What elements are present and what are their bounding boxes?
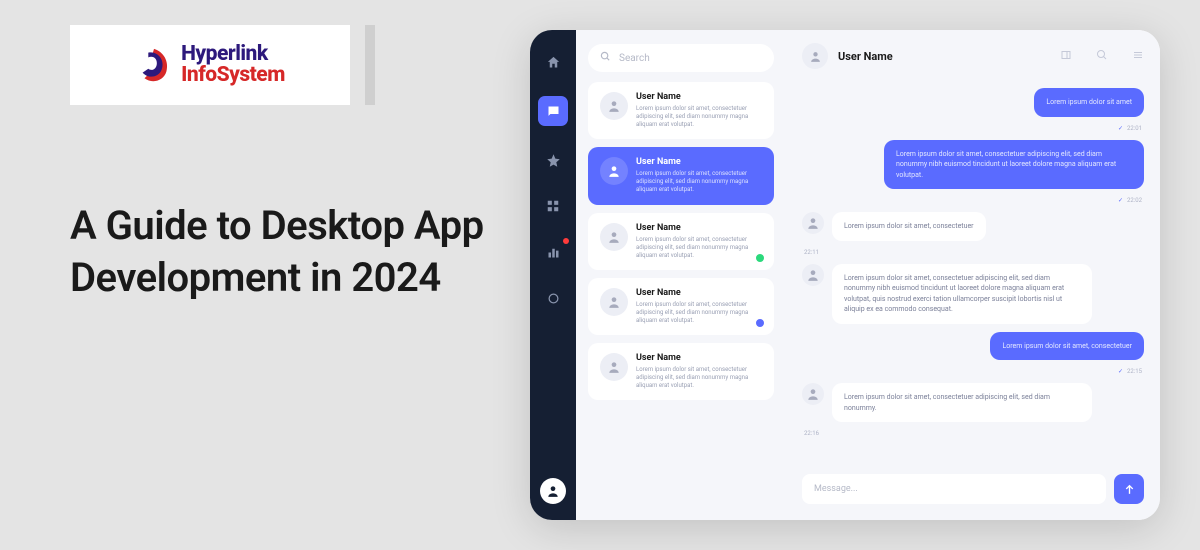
stats-icon[interactable] [541,240,565,264]
message-time: ✓22:02 [802,197,1144,204]
contact-name: User Name [636,92,762,102]
chat-app-window: Search User Name Lorem ipsum dolor sit am… [530,30,1160,520]
apps-icon[interactable] [541,194,565,218]
search-placeholder: Search [619,53,650,64]
message-row: Lorem ipsum dolor sit amet, consectetuer… [802,383,1144,422]
status-badge [756,319,764,327]
person-icon [600,288,628,316]
person-icon [802,383,824,405]
message-bubble: Lorem ipsum dolor sit amet [1034,88,1144,117]
header-avatar[interactable] [802,43,828,69]
contact-preview: Lorem ipsum dolor sit amet, consectetuer… [636,170,762,194]
person-icon [600,157,628,185]
star-icon[interactable] [541,148,565,172]
message-time: 22:16 [802,430,1144,437]
message-input[interactable]: Message... [802,474,1106,504]
brand-name-line2: InfoSystem [181,65,285,86]
message-bubble: Lorem ipsum dolor sit amet, consectetuer… [832,383,1092,422]
messages-list: Lorem ipsum dolor sit amet ✓22:01 Lorem ip… [786,82,1160,462]
message-time: ✓22:01 [802,125,1144,132]
person-icon [600,223,628,251]
window-icon[interactable] [1060,49,1072,64]
contact-preview: Lorem ipsum dolor sit amet, consectetuer… [636,105,762,129]
chat-header: User Name [786,30,1160,82]
read-tick-icon: ✓ [1118,368,1123,375]
person-icon [600,353,628,381]
nav-rail [530,30,576,520]
composer-placeholder: Message... [814,484,858,494]
contact-name: User Name [636,223,762,233]
message-row: Lorem ipsum dolor sit amet, consectetuer… [802,264,1144,324]
message-bubble: Lorem ipsum dolor sit amet, consectetuer [990,332,1144,361]
header-search-icon[interactable] [1096,49,1108,64]
contact-card[interactable]: User Name Lorem ipsum dolor sit amet, con… [588,343,774,400]
notification-dot [563,238,569,244]
message-bubble: Lorem ipsum dolor sit amet, consectetuer… [832,264,1092,324]
message-bubble: Lorem ipsum dolor sit amet, consectetuer [832,212,986,241]
contact-name: User Name [636,353,762,363]
brand-logo-card: Hyperlink InfoSystem [70,25,350,105]
conversation-column: User Name Lorem ipsum dolor sit amet✓22:… [786,30,1160,520]
header-username: User Name [838,50,893,63]
contact-name: User Name [636,157,762,167]
contacts-list: User Name Lorem ipsum dolor sit amet, con… [588,82,774,400]
person-icon [600,92,628,120]
profile-avatar[interactable] [540,478,566,504]
contact-preview: Lorem ipsum dolor sit amet, consectetuer… [636,301,762,325]
message-row: Lorem ipsum dolor sit amet, consectetuer [802,332,1144,361]
contact-preview: Lorem ipsum dolor sit amet, consectetuer… [636,366,762,390]
logo-divider [365,25,375,105]
message-row: Lorem ipsum dolor sit amet, consectetuer [802,212,1144,241]
contact-card[interactable]: User Name Lorem ipsum dolor sit amet, con… [588,82,774,139]
person-icon [802,264,824,286]
message-bubble: Lorem ipsum dolor sit amet, consectetuer… [884,140,1144,190]
message-row: Lorem ipsum dolor sit amet [802,88,1144,117]
person-icon [802,212,824,234]
message-row: Lorem ipsum dolor sit amet, consectetuer… [802,140,1144,190]
composer: Message... [786,462,1160,520]
menu-icon[interactable] [1132,49,1144,64]
contact-name: User Name [636,288,762,298]
contact-card[interactable]: User Name Lorem ipsum dolor sit amet, con… [588,278,774,335]
contact-card[interactable]: User Name Lorem ipsum dolor sit amet, con… [588,147,774,204]
search-input[interactable]: Search [588,44,774,72]
message-time: ✓22:15 [802,368,1144,375]
read-tick-icon: ✓ [1118,125,1123,132]
status-badge [756,254,764,262]
read-tick-icon: ✓ [1118,197,1123,204]
send-button[interactable] [1114,474,1144,504]
brand-name-line1: Hyperlink [181,44,285,65]
contacts-column: Search User Name Lorem ipsum dolor sit am… [576,30,786,520]
home-icon[interactable] [541,50,565,74]
settings-icon[interactable] [541,286,565,310]
article-headline: A Guide to Desktop App Development in 20… [70,200,490,304]
search-icon [600,51,611,65]
message-time: 22:11 [802,249,1144,256]
brand-logo-mark [135,46,173,84]
contact-preview: Lorem ipsum dolor sit amet, consectetuer… [636,236,762,260]
contact-card[interactable]: User Name Lorem ipsum dolor sit amet, con… [588,213,774,270]
chat-icon[interactable] [538,96,568,126]
brand-logo-text: Hyperlink InfoSystem [181,44,285,86]
